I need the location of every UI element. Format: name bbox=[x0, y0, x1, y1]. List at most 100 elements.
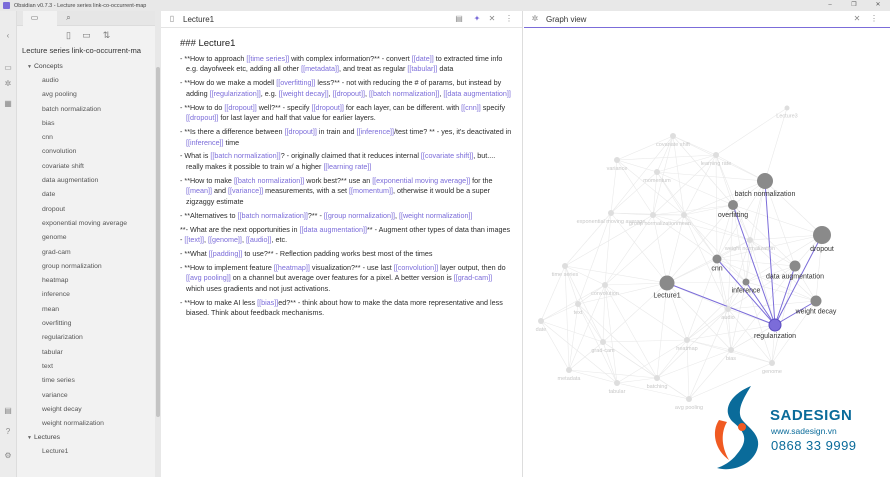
open-vault-icon[interactable]: ▤ bbox=[3, 406, 13, 416]
graph-more-options-icon[interactable]: ⋮ bbox=[869, 14, 879, 24]
graph-node[interactable] bbox=[728, 200, 738, 210]
note-line: - **What [[padding]] to use?** - Reflect… bbox=[180, 248, 433, 258]
graph-node[interactable] bbox=[681, 212, 687, 218]
graph-node[interactable] bbox=[562, 263, 568, 269]
file-item[interactable]: genome bbox=[22, 231, 162, 245]
graph-node[interactable] bbox=[608, 210, 614, 216]
file-item[interactable]: text bbox=[22, 360, 162, 374]
graph-node-label: regularization bbox=[754, 333, 796, 340]
graph-node[interactable] bbox=[789, 260, 801, 272]
collapse-sidebar-icon[interactable]: ‹ bbox=[3, 31, 13, 41]
graph-edge bbox=[749, 180, 766, 241]
file-item[interactable]: group normalization bbox=[22, 260, 162, 274]
file-item[interactable]: heatmap bbox=[22, 274, 162, 288]
minimize-button[interactable]: – bbox=[818, 0, 842, 11]
pin-icon[interactable]: ✦ bbox=[472, 14, 482, 24]
note-file-icon: ▯ bbox=[169, 14, 175, 23]
open-quick-switcher-icon[interactable]: ▭ bbox=[3, 63, 13, 73]
templates-icon[interactable]: ▦ bbox=[3, 99, 13, 109]
graph-edge bbox=[540, 320, 604, 343]
close-pane-icon[interactable]: ✕ bbox=[487, 14, 497, 24]
graph-node-label: weight decay bbox=[795, 309, 837, 316]
file-item[interactable]: avg pooling bbox=[22, 88, 162, 102]
graph-node[interactable] bbox=[813, 226, 831, 244]
sort-icon[interactable]: ⇅ bbox=[101, 30, 112, 41]
file-item[interactable]: exponential moving average bbox=[22, 217, 162, 231]
help-icon[interactable]: ? bbox=[3, 427, 13, 437]
graph-node[interactable] bbox=[614, 157, 620, 163]
file-item[interactable]: cnn bbox=[22, 131, 162, 145]
graph-edge bbox=[564, 265, 570, 371]
file-item[interactable]: tabular bbox=[22, 346, 162, 360]
file-item[interactable]: data augmentation bbox=[22, 174, 162, 188]
close-window-button[interactable]: ✕ bbox=[866, 0, 890, 11]
scrollbar-thumb[interactable] bbox=[156, 67, 160, 417]
settings-gear-icon[interactable]: ⚙ bbox=[3, 451, 13, 461]
graph-node[interactable] bbox=[742, 278, 750, 286]
graph-node-label: grad-cam bbox=[591, 348, 615, 354]
graph-node[interactable] bbox=[654, 375, 660, 381]
restore-button[interactable]: ❐ bbox=[842, 0, 866, 11]
graph-node[interactable] bbox=[686, 396, 692, 402]
preview-toggle-icon[interactable]: ▤ bbox=[454, 14, 464, 24]
file-item[interactable]: bias bbox=[22, 117, 162, 131]
file-item[interactable]: covariate shift bbox=[22, 160, 162, 174]
file-item[interactable]: Lecture1 bbox=[22, 445, 162, 459]
folder-tab-icon[interactable]: ▭ bbox=[29, 13, 40, 23]
file-item[interactable]: time series bbox=[22, 374, 162, 388]
vault-name[interactable]: Lecture series link-co-occurrent-ma bbox=[22, 46, 158, 55]
file-item[interactable]: dropout bbox=[22, 203, 162, 217]
graph-node[interactable] bbox=[712, 254, 722, 264]
title-bar: Obsidian v0.7.3 - Lecture series link-co… bbox=[0, 0, 890, 11]
graph-node[interactable] bbox=[810, 295, 822, 307]
graph-view-icon[interactable]: ✲ bbox=[3, 79, 13, 89]
graph-node[interactable] bbox=[614, 380, 620, 386]
note-content[interactable]: ### Lecture1 - **How to approach [[time … bbox=[180, 38, 512, 319]
graph-node[interactable] bbox=[670, 133, 676, 139]
file-item[interactable]: audio bbox=[22, 74, 162, 88]
file-item[interactable]: grad-cam bbox=[22, 246, 162, 260]
folder-lectures[interactable]: ▼ Lectures bbox=[22, 431, 162, 445]
graph-node[interactable] bbox=[784, 105, 790, 111]
graph-tab-title[interactable]: Graph view bbox=[546, 15, 586, 24]
graph-node[interactable] bbox=[757, 173, 773, 189]
graph-node[interactable] bbox=[684, 337, 690, 343]
graph-node-label: audio bbox=[721, 315, 734, 321]
graph-node[interactable] bbox=[602, 282, 608, 288]
logo-site: www.sadesign.vn bbox=[771, 426, 837, 436]
graph-node[interactable] bbox=[713, 152, 719, 158]
folder-concepts[interactable]: ▼ Concepts bbox=[22, 60, 162, 74]
search-tab-icon[interactable]: ⌕ bbox=[63, 13, 74, 23]
graph-edge bbox=[616, 135, 674, 161]
new-note-icon[interactable]: ▯ bbox=[63, 30, 74, 41]
graph-node[interactable] bbox=[768, 318, 782, 332]
file-item[interactable]: weight normalization bbox=[22, 417, 162, 431]
graph-node[interactable] bbox=[654, 169, 660, 175]
graph-node[interactable] bbox=[725, 306, 731, 312]
new-folder-icon[interactable]: ▭ bbox=[81, 30, 92, 41]
file-item[interactable]: date bbox=[22, 188, 162, 202]
editor-tab-title[interactable]: Lecture1 bbox=[183, 15, 214, 24]
close-graph-icon[interactable]: ✕ bbox=[852, 14, 862, 24]
graph-edge bbox=[656, 308, 729, 379]
file-item[interactable]: weight decay bbox=[22, 403, 162, 417]
file-item[interactable]: regularization bbox=[22, 331, 162, 345]
graph-node[interactable] bbox=[575, 301, 581, 307]
file-item[interactable]: convolution bbox=[22, 145, 162, 159]
file-item[interactable]: variance bbox=[22, 389, 162, 403]
file-item[interactable]: batch normalization bbox=[22, 103, 162, 117]
graph-node[interactable] bbox=[600, 339, 606, 345]
note-line: - **How do we make a modell [[overfittin… bbox=[180, 78, 511, 98]
file-item[interactable]: overfitting bbox=[22, 317, 162, 331]
graph-node[interactable] bbox=[728, 347, 734, 353]
graph-node[interactable] bbox=[538, 318, 544, 324]
file-item[interactable]: inference bbox=[22, 288, 162, 302]
editor-pane: ▯ Lecture1 ▤ ✦ ✕ ⋮ ### Lecture1 - **How … bbox=[161, 11, 523, 477]
graph-node[interactable] bbox=[747, 237, 753, 243]
graph-node[interactable] bbox=[650, 212, 656, 218]
more-options-icon[interactable]: ⋮ bbox=[504, 14, 514, 24]
graph-node[interactable] bbox=[566, 367, 572, 373]
file-item[interactable]: mean bbox=[22, 303, 162, 317]
graph-node[interactable] bbox=[769, 360, 775, 366]
graph-node[interactable] bbox=[659, 275, 675, 291]
